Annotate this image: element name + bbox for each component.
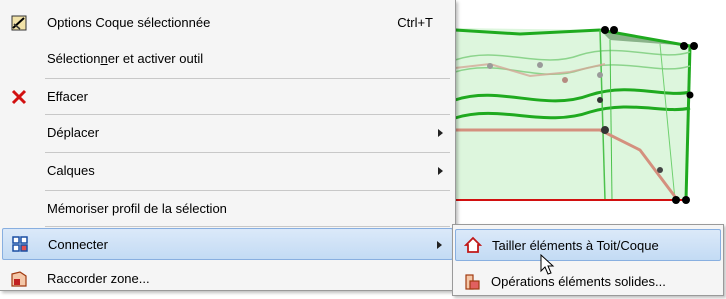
menu-item-label: Opérations éléments solides... (491, 274, 666, 289)
canvas[interactable]: Options Coque sélectionnée Ctrl+T Sélect… (0, 0, 726, 296)
menu-separator (45, 152, 450, 153)
menu-separator (45, 78, 450, 79)
menu-item-shortcut: Ctrl+T (397, 15, 433, 30)
menu-item-shell-options[interactable]: Options Coque sélectionnée Ctrl+T (2, 6, 453, 40)
menu-item-trim-to-roof[interactable]: Tailler éléments à Toit/Coque (455, 229, 721, 261)
menu-item-label: Déplacer (47, 125, 100, 140)
delete-x-icon (11, 89, 27, 105)
menu-item-label: Raccorder zone... (47, 271, 150, 286)
menu-item-connect[interactable]: Connecter (2, 228, 453, 260)
menu-item-memorize-profile[interactable]: Mémoriser profil de la sélection (2, 192, 453, 226)
shell-options-icon (11, 15, 27, 31)
connect-icon (12, 236, 28, 252)
menu-item-move[interactable]: Déplacer (2, 116, 453, 150)
menu-item-label: Effacer (47, 89, 88, 104)
menu-item-label: Connecter (48, 237, 108, 252)
submenu-arrow-icon (438, 129, 443, 137)
menu-item-solid-operations[interactable]: Opérations éléments solides... (455, 265, 721, 299)
menu-item-label: Calques (47, 163, 95, 178)
menu-separator (45, 190, 450, 191)
submenu-arrow-icon (438, 167, 443, 175)
menu-item-label: Sélectionner et activer outil (47, 51, 204, 66)
menu-item-delete[interactable]: Effacer (2, 80, 453, 114)
menu-item-label: Options Coque sélectionnée (47, 15, 211, 30)
submenu-arrow-icon (437, 241, 442, 249)
trim-to-roof-icon (464, 236, 482, 253)
join-zone-icon (11, 271, 27, 287)
context-menu: Options Coque sélectionnée Ctrl+T Sélect… (0, 0, 456, 291)
menu-item-join-zone[interactable]: Raccorder zone... (2, 262, 453, 296)
menu-item-label: Tailler éléments à Toit/Coque (492, 238, 659, 253)
menu-item-select-activate-tool[interactable]: Sélectionner et activer outil (2, 42, 453, 76)
menu-item-label: Mémoriser profil de la sélection (47, 201, 227, 216)
mouse-cursor-icon (540, 254, 555, 275)
menu-item-layers[interactable]: Calques (2, 154, 453, 188)
connect-submenu: Tailler éléments à Toit/Coque Opérations… (452, 224, 724, 296)
solid-operations-icon (465, 274, 480, 290)
menu-separator (45, 114, 450, 115)
menu-separator (45, 226, 450, 227)
